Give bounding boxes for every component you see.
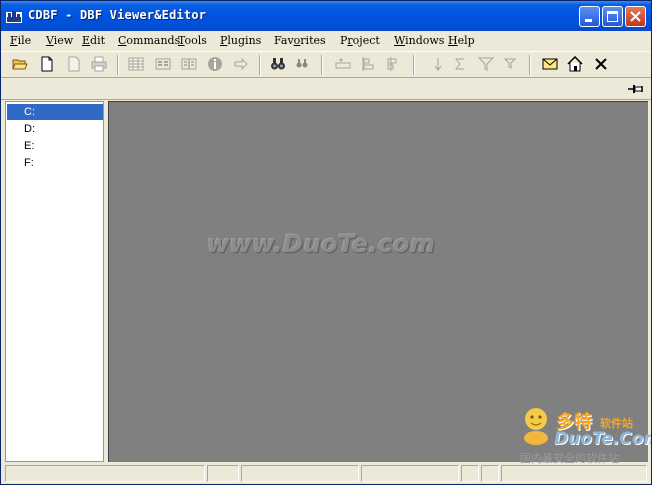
sum-button[interactable]: [451, 55, 469, 73]
app-icon[interactable]: [6, 8, 22, 24]
menu-project[interactable]: Project: [340, 34, 380, 47]
home-icon: [567, 56, 583, 72]
new-button[interactable]: [38, 55, 56, 73]
find-next-button[interactable]: [293, 55, 311, 73]
close-file-button[interactable]: [592, 55, 610, 73]
menu-file[interactable]: File: [10, 34, 31, 47]
align-right-icon: [387, 57, 397, 71]
title-bar[interactable]: CDBF - DBF Viewer&Editor: [1, 1, 651, 31]
blank-button[interactable]: [65, 55, 83, 73]
blank-page-icon: [68, 56, 80, 72]
insert-record-button[interactable]: [334, 55, 352, 73]
mail-button[interactable]: [541, 55, 559, 73]
sort-button[interactable]: [429, 55, 447, 73]
menu-view[interactable]: View: [46, 34, 73, 47]
go-button[interactable]: [232, 55, 250, 73]
close-icon: [595, 58, 607, 70]
mascot-icon: [524, 408, 548, 445]
filter-button[interactable]: [477, 55, 495, 73]
menu-tools[interactable]: Tools: [178, 34, 207, 47]
status-panel: [5, 465, 205, 482]
status-panel: [207, 465, 239, 482]
find-next-icon: [296, 59, 308, 68]
insert-record-icon: [335, 58, 351, 69]
drive-item-f[interactable]: F:: [7, 155, 103, 171]
filter-clear-icon: [503, 58, 517, 69]
close-icon: [630, 11, 641, 22]
new-file-icon: [41, 56, 53, 72]
status-panel: [361, 465, 459, 482]
status-panel: [501, 465, 647, 482]
pin-button[interactable]: [627, 81, 645, 97]
align-left-icon: [362, 57, 374, 71]
minimize-button[interactable]: [579, 6, 600, 27]
status-panel: [461, 465, 479, 482]
go-arrow-icon: [234, 57, 248, 71]
columns-view-button[interactable]: [180, 55, 198, 73]
table-view-button[interactable]: [127, 55, 145, 73]
menu-favorites[interactable]: Favorites: [274, 34, 326, 47]
menu-commands[interactable]: Commands: [118, 34, 180, 47]
drive-item-d[interactable]: D:: [7, 121, 103, 137]
menu-plugins[interactable]: Plugins: [220, 34, 261, 47]
drive-label: E:: [24, 140, 35, 152]
align-left-button[interactable]: [360, 55, 378, 73]
drive-label: D:: [24, 123, 35, 135]
mail-icon: [542, 58, 558, 70]
minimize-icon: [585, 19, 592, 22]
status-panel: [241, 465, 359, 482]
drive-label: C:: [24, 106, 35, 118]
toolbar-separator: [321, 55, 323, 75]
drive-item-e[interactable]: E:: [7, 138, 103, 154]
filter-icon: [478, 57, 494, 71]
menu-bar: File View Edit Commands Tools Plugins Fa…: [1, 32, 651, 51]
align-right-button[interactable]: [385, 55, 403, 73]
info-button[interactable]: [206, 55, 224, 73]
maximize-button[interactable]: [602, 6, 623, 27]
close-window-button[interactable]: [625, 6, 646, 27]
print-icon: [91, 56, 107, 72]
home-button[interactable]: [566, 55, 584, 73]
table-grid-icon: [128, 57, 144, 71]
toolbar: [1, 51, 651, 78]
toolbar-separator: [259, 55, 261, 75]
open-button[interactable]: [11, 55, 29, 73]
open-folder-icon: [12, 59, 28, 70]
print-button[interactable]: [90, 55, 108, 73]
pin-icon: [628, 85, 643, 93]
window-title: CDBF - DBF Viewer&Editor: [28, 8, 207, 22]
logo-en: DuoTe.Com: [554, 429, 652, 449]
toolbar-separator: [117, 55, 119, 75]
menu-edit[interactable]: Edit: [82, 34, 105, 47]
menu-help[interactable]: Help: [448, 34, 475, 47]
find-icon: [271, 58, 285, 70]
status-bar: [1, 463, 651, 484]
app-window: CDBF - DBF Viewer&Editor File View Edit …: [0, 0, 652, 485]
form-view-button[interactable]: [154, 55, 172, 73]
drive-label: F:: [24, 157, 34, 169]
menu-windows[interactable]: Windows: [394, 34, 444, 47]
drive-item-c[interactable]: C:: [7, 104, 103, 120]
status-panel: [481, 465, 499, 482]
drive-list: C: D: E: F:: [5, 101, 104, 462]
find-button[interactable]: [269, 55, 287, 73]
toolbar-separator: [529, 55, 531, 75]
info-icon: [208, 57, 222, 71]
toolbar-separator: [413, 55, 415, 75]
columns-view-icon: [181, 58, 197, 70]
form-view-icon: [155, 58, 171, 70]
filter-bar: [1, 78, 651, 100]
duote-logo: 多特 软件站 DuoTe.Com 国内最安全的软件站: [516, 405, 651, 467]
maximize-icon: [607, 11, 618, 22]
watermark-text: www.DuoTe.com: [207, 230, 436, 258]
filter-clear-button[interactable]: [501, 55, 519, 73]
sort-down-icon: [434, 58, 442, 71]
sum-icon: [454, 58, 464, 70]
